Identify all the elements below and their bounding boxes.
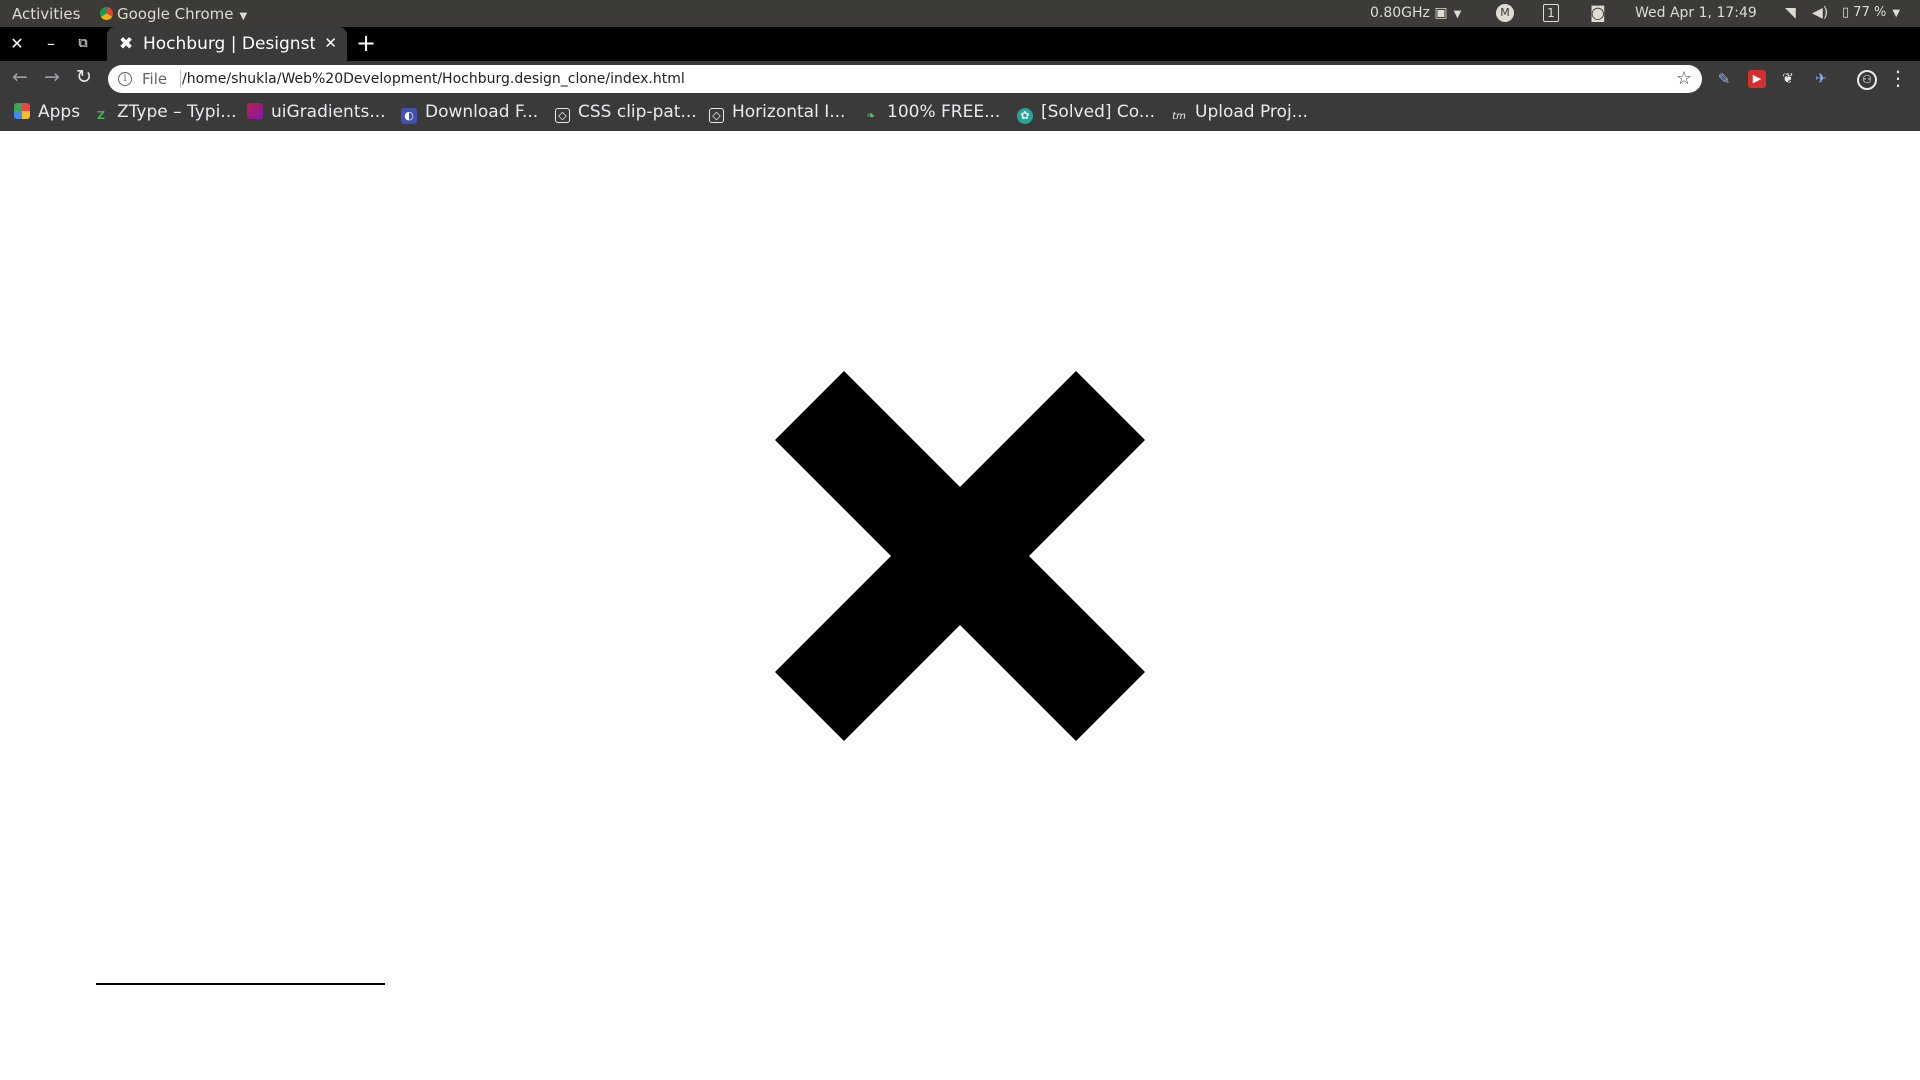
bookmark-label: uiGradients... (271, 102, 386, 122)
upload-icon: tm (1172, 111, 1186, 122)
new-tab-button[interactable]: + (356, 29, 376, 57)
window-close-button[interactable]: ✕ (2, 27, 32, 61)
bookmark-label: Download F... (425, 102, 539, 122)
camera-icon[interactable]: ◙ (1590, 3, 1606, 22)
codepen-icon: ◇ (555, 108, 570, 123)
bookmark-label: ZType – Typi... (117, 102, 237, 122)
chevron-down-icon: ▼ (1453, 9, 1462, 20)
chevron-down-icon: ▼ (1892, 8, 1901, 19)
download-icon: ◐ (401, 108, 417, 124)
favicon-x-icon: ✖ (119, 34, 134, 54)
chevron-down-icon: ▼ (239, 11, 248, 22)
bookmark-label: 100% FREE... (887, 102, 1001, 122)
clock[interactable]: Wed Apr 1, 17:49 (1635, 5, 1757, 21)
bookmark-star-icon[interactable]: ☆ (1676, 68, 1692, 89)
chrome-icon (100, 7, 113, 20)
battery-label: 77 % (1853, 5, 1887, 20)
codepen-icon: ◇ (709, 108, 724, 123)
window-restore-button[interactable]: ⧉ (68, 27, 98, 61)
window-minimize-button[interactable]: – (36, 27, 66, 61)
uigradients-icon (247, 103, 263, 119)
workspace-indicator[interactable]: 1 (1543, 4, 1559, 22)
bookmark-download[interactable]: ◐ Download F... (401, 102, 538, 124)
info-icon[interactable]: i (118, 72, 132, 86)
address-bar[interactable]: i File /home/shukla/Web%20Development/Ho… (108, 65, 1702, 93)
app-name: Google Chrome (117, 5, 234, 23)
bookmark-upload[interactable]: tm Upload Proj... (1171, 102, 1308, 124)
battery-icon: ▯ (1842, 5, 1850, 20)
cpu-frequency[interactable]: 0.80GHz ▣ ▼ (1370, 5, 1461, 21)
tab-close-icon[interactable]: ✕ (324, 34, 337, 52)
page-content (0, 131, 1920, 1080)
battery-indicator[interactable]: ▯ 77 % ▼ (1842, 5, 1900, 20)
profile-avatar-icon[interactable]: ⚇ (1857, 70, 1877, 90)
tab-title: Hochburg | Designstudio (143, 34, 315, 54)
url-text[interactable]: /home/shukla/Web%20Development/Hochburg.… (182, 71, 685, 87)
free-icon: ❧ (866, 109, 876, 122)
activities-button[interactable]: Activities (12, 5, 80, 23)
cpu-frequency-label: 0.80GHz (1370, 5, 1430, 21)
close-x-icon[interactable] (775, 371, 1145, 741)
back-button[interactable]: ← (12, 66, 28, 88)
app-menu[interactable]: Google Chrome ▼ (100, 5, 247, 23)
more-menu-icon[interactable]: ⋮ (1888, 66, 1908, 90)
forward-button[interactable]: → (44, 66, 60, 88)
bookmark-uigradients[interactable]: uiGradients... (247, 102, 386, 124)
bookmark-label: Horizontal I... (732, 102, 846, 122)
ztype-icon: Z (97, 109, 105, 122)
wifi-icon[interactable]: ◥ (1785, 5, 1796, 21)
divider (180, 70, 181, 88)
tab-strip: ✕ – ⧉ ✖ Hochburg | Designstudio ✕ + (0, 27, 1920, 61)
volume-icon[interactable]: ◀) (1812, 5, 1828, 21)
bookmark-horizontal[interactable]: ◇ Horizontal I... (709, 102, 845, 124)
bookmark-label: [Solved] Co... (1041, 102, 1156, 122)
bookmark-apps[interactable]: Apps (14, 102, 80, 124)
apps-grid-icon (14, 103, 30, 119)
indicator-icon[interactable]: M (1496, 4, 1514, 22)
vpn-extension-icon[interactable]: ✈ (1812, 70, 1830, 88)
eyedropper-extension-icon[interactable]: ✎ (1715, 70, 1733, 88)
solved-icon: ✿ (1017, 108, 1033, 124)
bookmark-ztype[interactable]: Z ZType – Typi... (93, 102, 237, 124)
bookmark-solved[interactable]: ✿ [Solved] Co... (1017, 102, 1155, 124)
media-extension-icon[interactable]: ▶ (1748, 70, 1766, 88)
bookmark-label: Upload Proj... (1195, 102, 1308, 122)
browser-toolbar: ← → ↻ i File /home/shukla/Web%20Developm… (0, 61, 1920, 96)
bookmarks-bar: Apps Z ZType – Typi... uiGradients... ◐ Do… (0, 96, 1920, 131)
system-top-bar: Activities Google Chrome ▼ 0.80GHz ▣ ▼ M 1… (0, 0, 1920, 27)
bookmark-label: CSS clip-pat... (578, 102, 697, 122)
tab-active[interactable]: ✖ Hochburg | Designstudio ✕ (107, 27, 347, 61)
horizontal-rule (96, 983, 385, 985)
reload-button[interactable]: ↻ (76, 66, 92, 88)
bookmark-label: Apps (38, 102, 81, 122)
extension-icon[interactable]: ❦ (1779, 70, 1797, 88)
url-scheme-label: File (142, 70, 168, 88)
bookmark-100-free[interactable]: ❧ 100% FREE... (863, 102, 1000, 124)
cpu-icon: ▣ (1434, 5, 1448, 21)
bookmark-css-clip-path[interactable]: ◇ CSS clip-pat... (555, 102, 697, 124)
